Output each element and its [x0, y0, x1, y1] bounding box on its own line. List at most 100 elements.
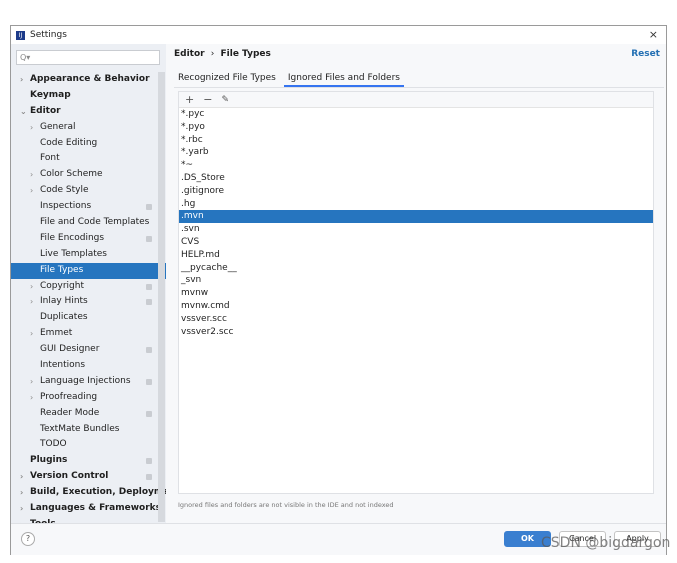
- settings-tree: › Appearance & Behavior Keymap ⌄ Editor › Gene…: [11, 72, 166, 523]
- file-row[interactable]: .gitignore: [179, 185, 653, 198]
- chevron-right-icon[interactable]: ›: [30, 294, 33, 310]
- file-row[interactable]: .mvn: [179, 210, 653, 224]
- sidebar-item-code-style[interactable]: › Code Style: [11, 183, 159, 199]
- sidebar-item-appearance-behavior[interactable]: › Appearance & Behavior: [11, 72, 159, 88]
- file-row[interactable]: .DS_Store: [179, 172, 653, 185]
- sidebar-item-plugins[interactable]: Plugins: [11, 453, 159, 469]
- file-row[interactable]: CVS: [179, 236, 653, 249]
- sidebar-item-intentions[interactable]: Intentions: [11, 358, 159, 374]
- project-level-icon: [146, 235, 152, 242]
- add-icon[interactable]: +: [185, 93, 194, 106]
- project-level-icon: [146, 410, 152, 417]
- project-level-icon: [146, 283, 152, 290]
- sidebar-item-editor[interactable]: ⌄ Editor: [11, 104, 159, 120]
- chevron-right-icon[interactable]: ›: [20, 485, 23, 501]
- help-button[interactable]: ?: [21, 532, 35, 546]
- sidebar-item-reader-mode[interactable]: Reader Mode: [11, 406, 159, 422]
- file-row[interactable]: *.pyc: [179, 108, 653, 121]
- sidebar-item-keymap[interactable]: Keymap: [11, 88, 159, 104]
- sidebar-item-todo[interactable]: TODO: [11, 437, 159, 453]
- chevron-right-icon[interactable]: ›: [20, 501, 23, 517]
- sidebar-item-label: Duplicates: [40, 312, 88, 323]
- sidebar-item-copyright[interactable]: › Copyright: [11, 279, 159, 295]
- chevron-right-icon[interactable]: ›: [30, 120, 33, 136]
- sidebar-item-version-control[interactable]: › Version Control: [11, 469, 159, 485]
- file-row[interactable]: HELP.md: [179, 249, 653, 262]
- search-input[interactable]: Q▾: [16, 50, 160, 65]
- breadcrumb-parent[interactable]: Editor: [174, 49, 205, 59]
- sidebar-item-label: File and Code Templates: [40, 217, 150, 228]
- file-row[interactable]: *.pyo: [179, 121, 653, 134]
- file-row[interactable]: mvnw.cmd: [179, 300, 653, 313]
- file-row[interactable]: *~: [179, 159, 653, 172]
- remove-icon[interactable]: −: [203, 93, 212, 106]
- settings-dialog: IJ Settings × Q▾ › Appearance & Behavior K…: [10, 25, 667, 555]
- file-row[interactable]: .svn: [179, 223, 653, 236]
- sidebar-item-font[interactable]: Font: [11, 151, 159, 167]
- chevron-right-icon[interactable]: ›: [20, 72, 23, 88]
- sidebar-item-code-editing[interactable]: Code Editing: [11, 136, 159, 152]
- sidebar-item-label: Emmet: [40, 328, 73, 339]
- breadcrumb: Editor › File Types: [174, 49, 271, 59]
- tab-divider: [174, 87, 664, 88]
- sidebar-item-file-encodings[interactable]: File Encodings: [11, 231, 159, 247]
- sidebar-item-label: TODO: [40, 439, 67, 450]
- sidebar-item-textmate-bundles[interactable]: TextMate Bundles: [11, 422, 159, 438]
- file-row[interactable]: __pycache__: [179, 262, 653, 275]
- chevron-right-icon[interactable]: ›: [30, 183, 33, 199]
- file-row[interactable]: vssver.scc: [179, 313, 653, 326]
- chevron-right-icon[interactable]: ›: [30, 374, 33, 390]
- sidebar-item-inspections[interactable]: Inspections: [11, 199, 159, 215]
- project-level-icon: [146, 347, 152, 354]
- reset-link[interactable]: Reset: [631, 49, 660, 59]
- file-row[interactable]: *.yarb: [179, 146, 653, 159]
- sidebar-item-label: Reader Mode: [40, 407, 100, 418]
- breadcrumb-separator: ›: [210, 49, 215, 59]
- project-level-icon: [146, 299, 152, 306]
- file-row[interactable]: _svn: [179, 274, 653, 287]
- sidebar-item-inlay-hints[interactable]: › Inlay Hints: [11, 294, 159, 310]
- chevron-right-icon[interactable]: ›: [30, 279, 33, 295]
- close-icon[interactable]: ×: [649, 28, 658, 41]
- project-level-icon: [146, 458, 152, 465]
- sidebar-item-label: Code Style: [40, 185, 89, 196]
- project-level-icon: [146, 474, 152, 481]
- sidebar-item-label: Inspections: [40, 201, 92, 212]
- chevron-right-icon[interactable]: ›: [30, 390, 33, 406]
- sidebar-item-emmet[interactable]: › Emmet: [11, 326, 159, 342]
- sidebar-item-label: Plugins: [30, 455, 68, 466]
- tab-ignored-files[interactable]: Ignored Files and Folders: [283, 71, 404, 87]
- tab-recognized-file-types[interactable]: Recognized File Types: [174, 71, 280, 87]
- title-bar: IJ Settings ×: [11, 26, 666, 44]
- sidebar-item-languages-frameworks[interactable]: › Languages & Frameworks: [11, 501, 161, 517]
- sidebar-item-duplicates[interactable]: Duplicates: [11, 310, 159, 326]
- chevron-right-icon[interactable]: ›: [30, 167, 33, 183]
- tabs: Recognized File Types Ignored Files and …: [174, 71, 404, 87]
- project-level-icon: [146, 204, 152, 211]
- chevron-down-icon[interactable]: ⌄: [20, 104, 27, 120]
- file-row[interactable]: vssver2.scc: [179, 326, 653, 339]
- sidebar-item-color-scheme[interactable]: › Color Scheme: [11, 167, 159, 183]
- sidebar-item-label: Font: [40, 153, 60, 164]
- sidebar-item-file-types[interactable]: File Types: [11, 262, 166, 279]
- chevron-right-icon[interactable]: ›: [20, 469, 23, 485]
- sidebar-item-live-templates[interactable]: Live Templates: [11, 247, 159, 263]
- sidebar-item-proofreading[interactable]: › Proofreading: [11, 390, 159, 406]
- sidebar-item-label: Live Templates: [40, 248, 107, 259]
- sidebar-item-label: GUI Designer: [40, 344, 100, 355]
- chevron-right-icon[interactable]: ›: [30, 326, 33, 342]
- project-level-icon: [146, 378, 152, 385]
- sidebar-item-gui-designer[interactable]: GUI Designer: [11, 342, 159, 358]
- main-panel: Editor › File Types Reset Recognized Fil…: [166, 44, 666, 523]
- sidebar-scrollbar[interactable]: [158, 72, 165, 522]
- file-row[interactable]: *.rbc: [179, 134, 653, 147]
- sidebar-item-build-execution-deployment[interactable]: › Build, Execution, Deployment: [11, 485, 166, 501]
- sidebar-item-language-injections[interactable]: › Language Injections: [11, 374, 159, 390]
- sidebar-item-general[interactable]: › General: [11, 120, 159, 136]
- file-row[interactable]: mvnw: [179, 287, 653, 300]
- sidebar: Q▾ › Appearance & Behavior Keymap ⌄ Editor › G…: [11, 44, 166, 523]
- sidebar-item-file-and-code-templates[interactable]: File and Code Templates: [11, 215, 159, 231]
- file-row[interactable]: .hg: [179, 198, 653, 211]
- edit-icon[interactable]: ✎: [221, 95, 229, 105]
- window-title: Settings: [30, 30, 67, 40]
